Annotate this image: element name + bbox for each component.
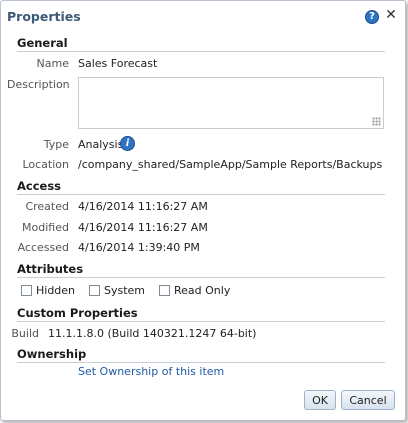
custom-properties-heading: Custom Properties [17,306,138,320]
set-ownership-link[interactable]: Set Ownership of this item [78,365,224,378]
build-value: 11.1.1.8.0 (Build 140321.1247 64-bit) [48,327,257,340]
properties-dialog: Properties ? ✕ General Name Sales Foreca… [0,0,406,421]
info-icon[interactable]: i [120,136,135,151]
build-label: Build [11,327,39,340]
accessed-label: Accessed [17,241,69,254]
divider [17,362,385,363]
hidden-checkbox[interactable] [21,285,32,296]
name-label: Name [36,57,69,70]
divider [17,321,385,322]
location-label: Location [22,158,69,171]
cancel-button[interactable]: Cancel [341,390,395,410]
general-heading: General [17,36,68,50]
divider [17,51,385,52]
type-value: Analysis [78,138,124,151]
close-icon[interactable]: ✕ [383,6,399,24]
modified-value: 4/16/2014 11:16:27 AM [78,221,208,234]
description-label: Description [7,78,70,91]
system-checkbox-label: System [104,284,146,297]
read-only-checkbox-label: Read Only [174,284,231,297]
read-only-checkbox[interactable] [159,285,170,296]
help-icon[interactable]: ? [365,10,379,24]
system-checkbox[interactable] [89,285,100,296]
divider [17,194,385,195]
hidden-checkbox-label: Hidden [36,284,76,297]
dialog-title: Properties [7,9,81,24]
created-label: Created [25,200,69,213]
location-value: /company_shared/SampleApp/Sample Reports… [78,158,383,171]
accessed-value: 4/16/2014 1:39:40 PM [78,241,200,254]
ownership-heading: Ownership [17,347,87,361]
description-field[interactable] [78,77,384,129]
created-value: 4/16/2014 11:16:27 AM [78,200,208,213]
dialog-titlebar: Properties ? ✕ [1,1,405,33]
attributes-heading: Attributes [17,262,84,276]
ok-button[interactable]: OK [304,390,336,410]
name-value: Sales Forecast [78,57,158,70]
modified-label: Modified [22,221,69,234]
type-label: Type [43,138,69,151]
divider [17,277,385,278]
resize-grip-icon[interactable] [372,117,381,126]
access-heading: Access [17,179,62,193]
